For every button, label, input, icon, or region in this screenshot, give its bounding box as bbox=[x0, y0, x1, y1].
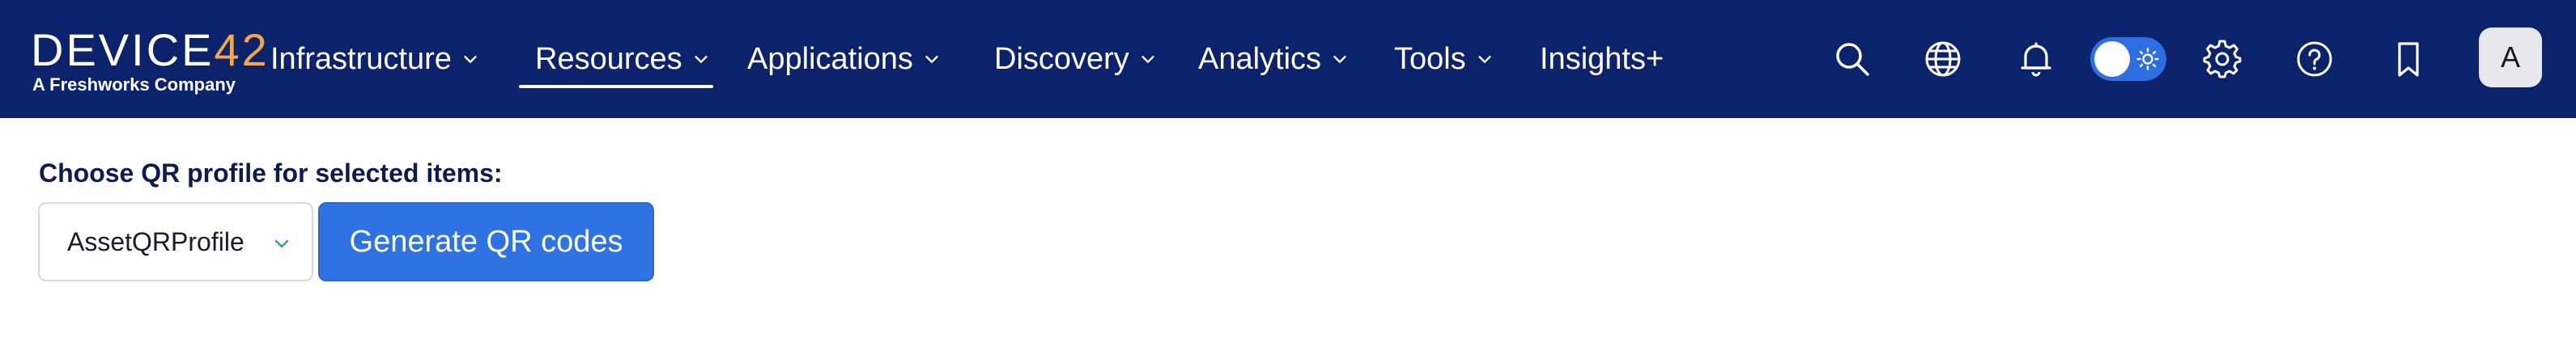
nav-item-label: Resources bbox=[535, 41, 682, 76]
bookmark-icon[interactable] bbox=[2384, 35, 2433, 83]
globe-icon[interactable] bbox=[1919, 35, 1967, 83]
qr-profile-select[interactable]: AssetQRProfile bbox=[38, 202, 313, 281]
nav-item-label: Insights+ bbox=[1540, 41, 1664, 76]
nav-item-label: Infrastructure bbox=[270, 41, 452, 76]
chevron-down-icon bbox=[1478, 56, 1491, 63]
nav-item-insights-plus[interactable]: Insights+ bbox=[1540, 0, 1664, 118]
qr-profile-label: Choose QR profile for selected items: bbox=[39, 158, 503, 188]
nav-item-infrastructure[interactable]: Infrastructure bbox=[270, 0, 479, 118]
chevron-down-icon bbox=[1141, 56, 1154, 63]
chevron-down-icon bbox=[925, 56, 938, 63]
nav-item-tools[interactable]: Tools bbox=[1394, 0, 1494, 118]
theme-toggle[interactable] bbox=[2090, 37, 2166, 81]
sun-icon bbox=[2136, 48, 2159, 70]
search-icon[interactable] bbox=[1828, 35, 1877, 83]
generate-qr-codes-button[interactable]: Generate QR codes bbox=[318, 202, 654, 281]
nav-item-label: Discovery bbox=[994, 41, 1129, 76]
logo-wordmark: DEVICE42 bbox=[31, 24, 270, 75]
user-avatar[interactable]: A bbox=[2479, 27, 2542, 87]
nav-item-analytics[interactable]: Analytics bbox=[1198, 0, 1349, 118]
nav-item-applications[interactable]: Applications bbox=[747, 0, 941, 118]
qr-profile-selected-value: AssetQRProfile bbox=[67, 226, 244, 256]
nav-item-label: Applications bbox=[747, 41, 913, 76]
logo-tagline: A Freshworks Company bbox=[32, 74, 236, 95]
device42-logo[interactable]: DEVICE42 A Freshworks Company bbox=[31, 27, 267, 97]
nav-item-label: Tools bbox=[1394, 41, 1466, 76]
bell-icon[interactable] bbox=[2012, 35, 2060, 83]
help-icon[interactable] bbox=[2290, 35, 2339, 83]
chevron-down-icon bbox=[464, 56, 477, 63]
top-navbar: DEVICE42 A Freshworks Company Infrastruc… bbox=[0, 0, 2576, 118]
chevron-down-icon bbox=[1333, 56, 1346, 63]
toggle-knob bbox=[2094, 41, 2130, 77]
chevron-down-icon bbox=[695, 56, 708, 63]
gear-icon[interactable] bbox=[2198, 35, 2247, 83]
nav-item-discovery[interactable]: Discovery bbox=[994, 0, 1157, 118]
chevron-down-icon bbox=[274, 239, 289, 248]
nav-item-resources[interactable]: Resources bbox=[519, 0, 713, 118]
nav-item-label: Analytics bbox=[1198, 41, 1322, 76]
